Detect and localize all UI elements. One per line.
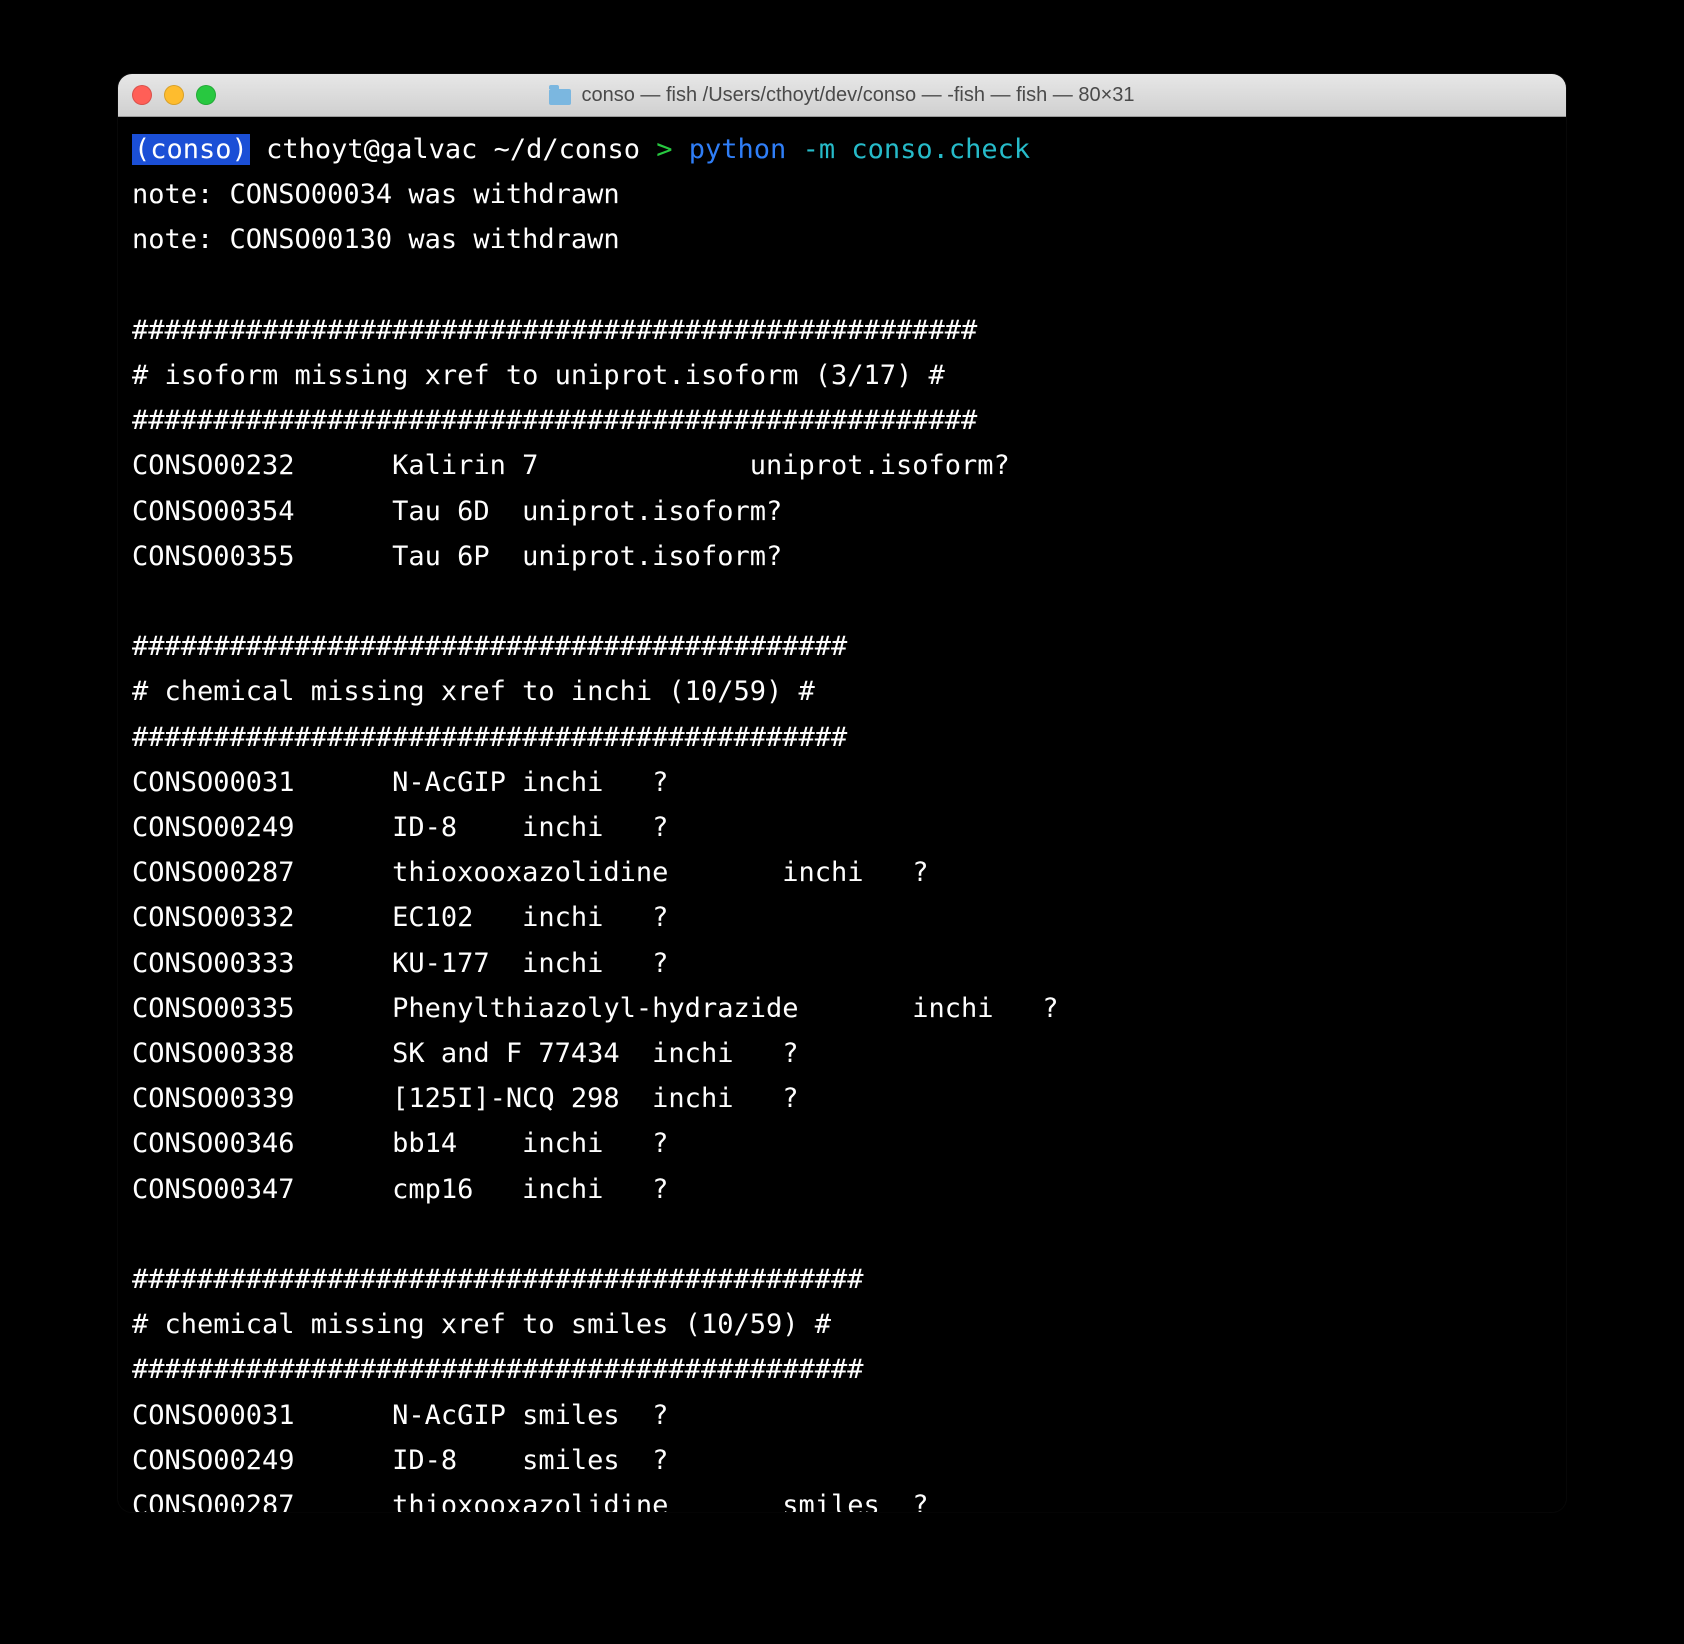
prompt-arrow: > [656, 134, 672, 165]
table-row: CONSO00335 Phenylthiazolyl-hydrazide inc… [132, 993, 1059, 1024]
table-row: CONSO00347 cmp16 inchi ? [132, 1174, 668, 1205]
table-row: CONSO00355 Tau 6P uniprot.isoform? [132, 541, 782, 572]
table-row: CONSO00354 Tau 6D uniprot.isoform? [132, 496, 782, 527]
minimize-icon[interactable] [164, 85, 184, 105]
cmd-python: python [689, 134, 787, 165]
section-border: ########################################… [132, 1264, 864, 1295]
note-line: note: CONSO00034 was withdrawn [132, 179, 620, 210]
note-line: note: CONSO00130 was withdrawn [132, 224, 620, 255]
cmd-module: conso.check [851, 134, 1030, 165]
window-title-text: conso — fish /Users/cthoyt/dev/conso — -… [581, 84, 1134, 107]
table-row: CONSO00339 [125I]-NCQ 298 inchi ? [132, 1083, 798, 1114]
table-row: CONSO00338 SK and F 77434 inchi ? [132, 1038, 798, 1069]
traffic-lights [132, 85, 216, 105]
table-row: CONSO00346 bb14 inchi ? [132, 1128, 668, 1159]
zoom-icon[interactable] [196, 85, 216, 105]
table-row: CONSO00232 Kalirin 7 uniprot.isoform? [132, 450, 1010, 481]
window-title: conso — fish /Users/cthoyt/dev/conso — -… [132, 84, 1552, 107]
titlebar[interactable]: conso — fish /Users/cthoyt/dev/conso — -… [118, 74, 1566, 117]
table-row: CONSO00249 ID-8 inchi ? [132, 812, 668, 843]
table-row: CONSO00031 N-AcGIP smiles ? [132, 1400, 668, 1431]
section-border: ########################################… [132, 315, 977, 346]
section-border: ########################################… [132, 631, 847, 662]
folder-icon [549, 89, 571, 105]
section-border: ########################################… [132, 405, 977, 436]
venv-badge: (conso) [132, 134, 250, 165]
table-row: CONSO00031 N-AcGIP inchi ? [132, 767, 668, 798]
section-title: # chemical missing xref to inchi (10/59)… [132, 676, 815, 707]
section-title: # chemical missing xref to smiles (10/59… [132, 1309, 831, 1340]
table-row: CONSO00287 thioxooxazolidine smiles ? [132, 1490, 929, 1512]
cmd-flag: -m [803, 134, 836, 165]
table-row: CONSO00287 thioxooxazolidine inchi ? [132, 857, 929, 888]
section-border: ########################################… [132, 1354, 864, 1385]
close-icon[interactable] [132, 85, 152, 105]
section-border: ########################################… [132, 722, 847, 753]
section-title: # isoform missing xref to uniprot.isofor… [132, 360, 945, 391]
terminal-content[interactable]: (conso) cthoyt@galvac ~/d/conso > python… [118, 117, 1566, 1512]
user-host: cthoyt@galvac [266, 134, 477, 165]
table-row: CONSO00333 KU-177 inchi ? [132, 948, 668, 979]
terminal-window: conso — fish /Users/cthoyt/dev/conso — -… [118, 74, 1566, 1512]
cwd: ~/d/conso [494, 134, 640, 165]
table-row: CONSO00249 ID-8 smiles ? [132, 1445, 668, 1476]
table-row: CONSO00332 EC102 inchi ? [132, 902, 668, 933]
